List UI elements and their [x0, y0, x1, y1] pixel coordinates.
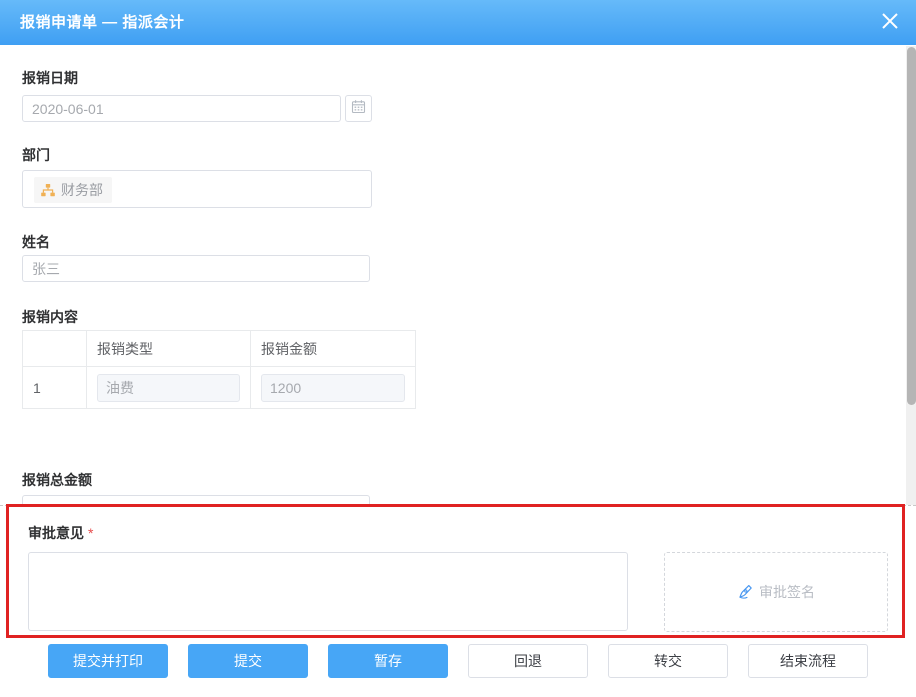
org-chart-icon	[40, 183, 56, 198]
total-label: 报销总金额	[22, 470, 92, 490]
required-asterisk: *	[88, 525, 93, 541]
save-draft-button[interactable]: 暂存	[328, 644, 448, 678]
signature-label: 审批签名	[759, 582, 815, 602]
rollback-button[interactable]: 回退	[468, 644, 588, 678]
submit-button[interactable]: 提交	[188, 644, 308, 678]
calendar-icon	[351, 99, 366, 119]
expense-amount-input[interactable]	[261, 374, 405, 402]
items-header-amount: 报销金额	[251, 331, 416, 367]
approval-textarea[interactable]	[28, 552, 628, 631]
items-table-header-row: 报销类型 报销金额	[23, 331, 416, 367]
section-divider	[0, 505, 916, 506]
signature-button[interactable]: 审批签名	[664, 552, 888, 632]
submit-print-button[interactable]: 提交并打印	[48, 644, 168, 678]
items-header-type: 报销类型	[87, 331, 251, 367]
items-header-index	[23, 331, 87, 367]
dialog-title: 报销申请单 — 指派会计	[20, 0, 184, 45]
form-scroll-area: 报销日期 部门	[0, 45, 916, 505]
table-row: 1	[23, 367, 416, 409]
approval-label: 审批意见*	[28, 523, 93, 543]
date-input[interactable]	[22, 95, 341, 122]
date-picker-button[interactable]	[345, 95, 372, 122]
approval-label-text: 审批意见	[28, 525, 84, 541]
date-label: 报销日期	[22, 68, 78, 88]
close-button[interactable]	[876, 9, 904, 37]
dialog-header: 报销申请单 — 指派会计	[0, 0, 916, 45]
signature-pen-icon	[737, 584, 753, 600]
total-input[interactable]	[22, 495, 370, 505]
end-process-button[interactable]: 结束流程	[748, 644, 868, 678]
transfer-button[interactable]: 转交	[608, 644, 728, 678]
department-field[interactable]: 财务部	[22, 170, 372, 208]
name-input[interactable]	[22, 255, 370, 282]
expense-type-input[interactable]	[97, 374, 240, 402]
department-label: 部门	[22, 145, 50, 165]
name-label: 姓名	[22, 232, 50, 252]
department-tag[interactable]: 财务部	[34, 177, 112, 203]
content-label: 报销内容	[22, 307, 78, 327]
items-table: 报销类型 报销金额 1	[22, 330, 416, 409]
department-tag-label: 财务部	[61, 180, 103, 200]
row-index: 1	[23, 367, 87, 409]
close-icon	[879, 10, 901, 37]
scrollbar-thumb[interactable]	[907, 47, 916, 405]
